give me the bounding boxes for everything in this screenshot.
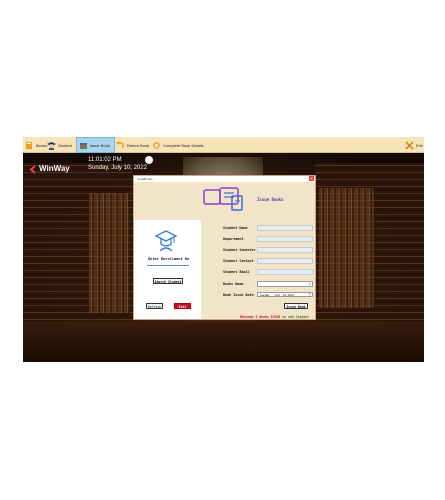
clock-time: 11:01:02 PM xyxy=(88,157,122,163)
dialog-body: Issue Books Enter Enrollment No Search S… xyxy=(134,182,315,319)
toolbar-exit[interactable]: Exit xyxy=(405,137,423,153)
semester-label: Student Semester xyxy=(223,248,256,252)
student-name-field[interactable] xyxy=(257,225,313,231)
max-books-note-rest: to one Student xyxy=(280,315,310,319)
issue-date-label: Book Issue Date xyxy=(223,293,254,297)
department-label: Department xyxy=(223,237,244,241)
refresh-button[interactable]: Refresh xyxy=(146,303,163,309)
max-books-note: Maximum 3 Books ISSUE to one Student xyxy=(240,315,309,319)
toolbar-student-label: Student xyxy=(58,142,72,148)
app-window: Books Student Issue Book Return Book Com… xyxy=(23,137,424,362)
issue-books-icon xyxy=(202,186,252,212)
email-field[interactable] xyxy=(257,269,313,275)
department-field[interactable] xyxy=(257,236,313,242)
background-floor xyxy=(23,322,424,362)
toolbar-issue-book-label: Issue Book xyxy=(90,142,110,148)
issue-book-button[interactable]: Issue Book xyxy=(284,303,308,309)
semester-field[interactable] xyxy=(257,247,313,253)
moon-icon xyxy=(145,156,153,164)
issue-books-dialog: IssueBooks × Issue Books Enter Enrollmen… xyxy=(133,175,316,320)
toolbar-exit-label: Exit xyxy=(416,142,423,148)
toolbar-student[interactable]: Student xyxy=(47,137,72,153)
toolbar-complete-details[interactable]: Complete Book Details xyxy=(152,137,204,153)
enrollment-panel: Enter Enrollment No Search Student Refre… xyxy=(134,220,201,319)
toolbar-issue-book[interactable]: Issue Book xyxy=(76,137,115,153)
toolbar-return-book-label: Return Book xyxy=(127,142,150,148)
contact-field[interactable] xyxy=(257,258,313,264)
contact-label: Student Contact xyxy=(223,259,254,263)
background-books-left xyxy=(89,193,129,313)
details-icon xyxy=(152,141,161,150)
graduate-icon xyxy=(154,228,178,252)
book-icon xyxy=(25,141,34,150)
student-name-label: Student Name xyxy=(223,226,248,230)
book-stack-icon xyxy=(79,141,88,150)
book-name-select[interactable] xyxy=(257,281,313,287)
book-name-label: Books Name xyxy=(223,282,244,286)
close-icon xyxy=(405,140,414,150)
dialog-header-title: Issue Books xyxy=(257,197,284,202)
search-student-button[interactable]: Search Student xyxy=(153,278,183,284)
toolbar-books-label: Books xyxy=(36,142,48,148)
toolbar-complete-details-label: Complete Book Details xyxy=(163,142,204,148)
chevron-down-icon: ▾ xyxy=(309,282,311,286)
calendar-dropdown-icon: ▾ xyxy=(309,292,311,296)
enrollment-input[interactable] xyxy=(147,265,189,266)
dialog-close-button[interactable]: × xyxy=(309,176,314,181)
app-logo: WinWay xyxy=(29,159,70,178)
issue-date-picker[interactable]: Sunday , July 10, 2022 xyxy=(257,292,313,297)
background-books-right xyxy=(319,188,374,308)
email-label: Student Email xyxy=(223,270,250,274)
clock-date: Sunday, July 10, 2022 xyxy=(88,165,147,171)
exit-button[interactable]: Exit xyxy=(174,303,191,309)
toolbar: Books Student Issue Book Return Book Com… xyxy=(23,137,424,153)
toolbar-return-book[interactable]: Return Book xyxy=(116,137,149,153)
logo-chevron-icon xyxy=(29,159,37,178)
max-books-note-emphasis: Maximum 3 Books ISSUE xyxy=(240,315,281,319)
enrollment-label: Enter Enrollment No xyxy=(148,257,190,261)
logo-text: WinWay xyxy=(39,164,70,173)
student-icon xyxy=(47,141,56,150)
toolbar-books[interactable]: Books xyxy=(25,137,47,153)
return-arrow-icon xyxy=(116,140,125,150)
